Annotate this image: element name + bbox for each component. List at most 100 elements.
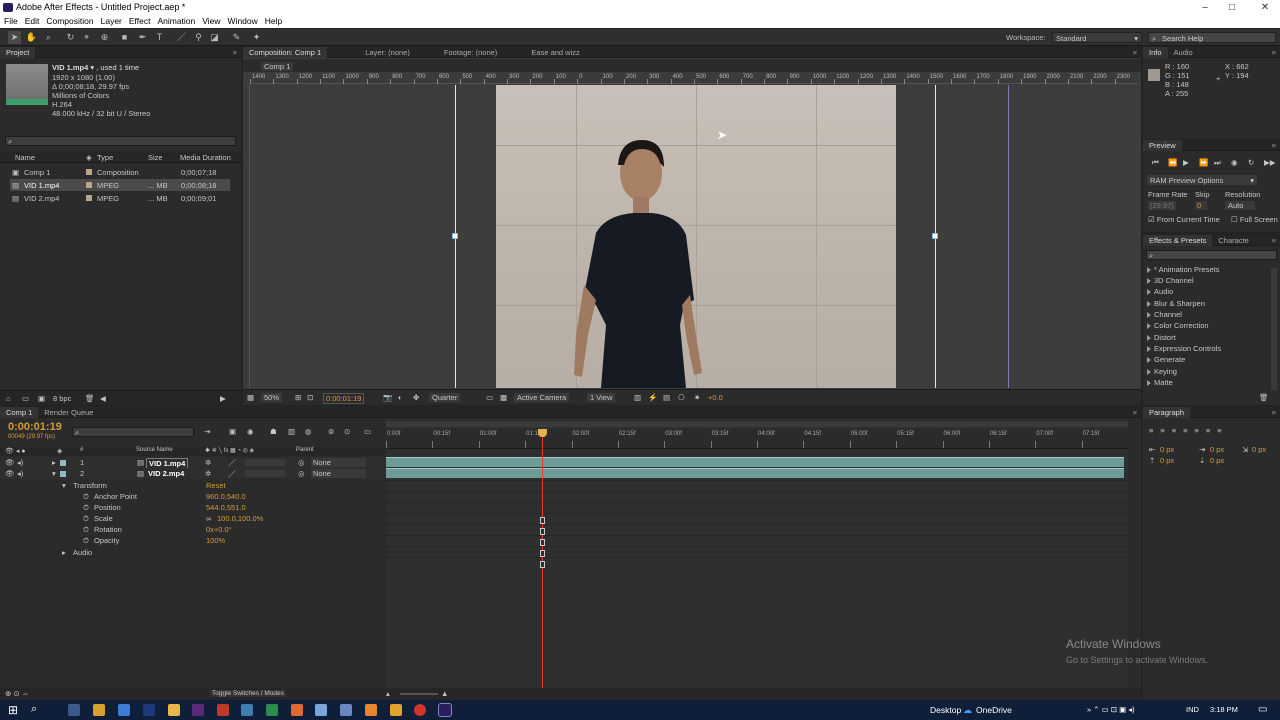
trash-icon[interactable]: 🗑 [1259, 393, 1269, 402]
menu-file[interactable]: File [0, 15, 21, 28]
hand-tool-icon[interactable]: ✋ [25, 31, 38, 44]
tab-comp1-timeline[interactable]: Comp 1 [0, 407, 39, 418]
loop-icon[interactable]: ↻ [1248, 158, 1254, 167]
maximize-icon[interactable]: □ [1219, 0, 1245, 15]
menu-animation[interactable]: Animation [153, 15, 198, 28]
layer-row[interactable]: 👁 ◂) ▾ 2 ▤ VID 2.mp4 ✲ ／ ◎ None [0, 468, 385, 479]
always-preview-icon[interactable]: ▦ [247, 393, 254, 402]
fast-previews-icon[interactable]: ⚡ [648, 393, 657, 402]
collapse-switch-icon[interactable]: ✲ [205, 469, 211, 478]
menu-help[interactable]: Help [261, 15, 285, 28]
tab-render-queue[interactable]: Render Queue [38, 407, 99, 418]
last-frame-icon[interactable]: ⏭ [1214, 158, 1221, 168]
property-value[interactable]: 960.0,540.0 [206, 492, 246, 501]
pick-whip-icon[interactable]: ◎ [298, 469, 305, 478]
after-effects-icon[interactable] [438, 703, 452, 717]
scroll-right-icon[interactable]: ▶ [220, 394, 226, 403]
stopwatch-icon[interactable]: ⏱ [83, 536, 89, 546]
photoshop-icon[interactable] [143, 704, 155, 716]
work-area-bar[interactable] [386, 421, 1128, 427]
property-value[interactable]: 100% [206, 536, 225, 545]
audio-icon[interactable]: ◂) [17, 458, 23, 467]
desktop-toolbar[interactable]: Desktop [930, 705, 961, 715]
effects-item[interactable]: Expression Controls [1147, 344, 1221, 353]
toggle-pixel-aspect-icon[interactable]: ▥ [634, 393, 641, 402]
app-icon[interactable] [241, 704, 253, 716]
chrome-icon[interactable] [414, 704, 426, 716]
panel-menu-icon[interactable]: ≡ [1133, 407, 1137, 418]
next-frame-icon[interactable]: ⏩ [1199, 158, 1208, 167]
property-row[interactable]: ⏱ Opacity 100% [0, 535, 385, 546]
vertical-ruler[interactable] [243, 84, 250, 389]
col-media-duration[interactable]: Media Duration [180, 153, 231, 162]
stopwatch-icon[interactable]: ⏱ [83, 503, 89, 513]
reset-link[interactable]: Reset [206, 481, 226, 490]
workspace-select[interactable]: Standard ▾ [1052, 32, 1142, 43]
effects-item[interactable]: Color Correction [1147, 321, 1209, 330]
expand-triangle-icon[interactable]: ▾ [52, 469, 56, 478]
trash-icon[interactable]: 🗑 [85, 394, 95, 403]
parent-select[interactable]: None [311, 458, 366, 467]
prev-frame-icon[interactable]: ⏪ [1168, 158, 1177, 167]
effects-item[interactable]: Channel [1147, 310, 1182, 319]
resolution-select[interactable]: Quarter [429, 393, 461, 402]
edge-icon[interactable] [118, 704, 130, 716]
roto-brush-tool-icon[interactable]: ✎ [230, 31, 243, 44]
mute-audio-icon[interactable]: ◉ [1231, 158, 1238, 167]
selection-tool-icon[interactable]: ➤ [8, 31, 21, 44]
property-row[interactable]: ⏱ Anchor Point 960.0,540.0 [0, 491, 385, 502]
app-icon[interactable] [340, 704, 352, 716]
keyframe-marker[interactable] [539, 517, 545, 524]
interpret-footage-icon[interactable]: ⌂ [6, 394, 11, 403]
zoom-tool-icon[interactable]: ⌕ [42, 31, 55, 44]
col-parent[interactable]: Parent [296, 447, 314, 453]
tab-info[interactable]: Info [1143, 47, 1168, 58]
premiere-icon[interactable] [192, 704, 204, 716]
menu-window[interactable]: Window [224, 15, 261, 28]
eraser-tool-icon[interactable]: ◪ [208, 31, 221, 44]
expand-triangle-icon[interactable]: ▸ [52, 458, 56, 467]
space-after-value[interactable]: 0 px [1210, 456, 1224, 465]
effects-item[interactable]: Distort [1147, 333, 1176, 342]
app-icon[interactable] [365, 704, 377, 716]
pick-whip-icon[interactable]: ◎ [298, 458, 305, 467]
fit-icon[interactable]: ⊞ [295, 393, 301, 402]
visibility-icon[interactable]: 👁 [5, 469, 15, 478]
parent-select[interactable]: None [311, 469, 366, 478]
brush-tool-icon[interactable]: ／ [175, 31, 188, 44]
frame-blending-icon[interactable]: ▥ [288, 427, 295, 436]
playhead[interactable] [537, 429, 547, 689]
project-item-selected[interactable]: ▤ VID 1.mp4 MPEG ... MB 0;00;08;18 [10, 179, 230, 191]
project-item[interactable]: ▤ VID 2.mp4 MPEG ... MB 0;00;09;01 [0, 192, 230, 204]
quality-switch-icon[interactable]: ／ [228, 469, 236, 480]
transform-group[interactable]: ▾ Transform Reset [0, 480, 385, 491]
tab-layer[interactable]: Layer: (none) [359, 47, 416, 58]
tab-audio[interactable]: Audio [1168, 47, 1199, 58]
play-icon[interactable]: ▶ [1183, 158, 1189, 167]
audio-icon[interactable]: ◂) [17, 469, 23, 478]
tab-footage[interactable]: Footage: (none) [438, 47, 503, 58]
transform-handle[interactable] [932, 233, 938, 239]
roi-icon[interactable]: ▭ [486, 393, 493, 402]
expand-triangle-icon[interactable]: ▸ [62, 548, 66, 557]
timeline-icon[interactable]: ▤ [663, 393, 670, 402]
col-source-name[interactable]: Source Name [136, 447, 173, 453]
property-row[interactable]: ⏱ Rotation 0x+0.0° [0, 524, 385, 535]
layer-bar-2[interactable] [386, 468, 1124, 478]
flowchart-icon[interactable]: ⎔ [678, 393, 685, 402]
file-explorer-icon[interactable] [168, 704, 180, 716]
effects-item[interactable]: * Animation Presets [1147, 265, 1219, 274]
type-tool-icon[interactable]: T [153, 31, 166, 44]
comp-mini-flowchart-icon[interactable]: ⇥ [204, 427, 210, 436]
panel-menu-icon[interactable]: ≡ [1272, 235, 1276, 246]
system-tray-icons[interactable]: » ⌃ ▭ ⊡ ▣ ◂) [1087, 705, 1135, 714]
app-icon[interactable] [266, 704, 278, 716]
search-icon[interactable]: ⌕ [31, 703, 37, 716]
time-graph[interactable]: 0:00f 00:15f 01:00f 01:15f 02:00f 02:15f 03:00… [386, 419, 1128, 689]
menu-layer[interactable]: Layer [97, 15, 125, 28]
zoom-select[interactable]: 50% [261, 393, 283, 402]
effects-scrollbar[interactable] [1271, 268, 1277, 390]
col-size[interactable]: Size [148, 153, 163, 162]
col-type[interactable]: Type [97, 153, 113, 162]
time-ruler[interactable]: 0:00f 00:15f 01:00f 01:15f 02:00f 02:15f 03:00… [386, 429, 1128, 449]
